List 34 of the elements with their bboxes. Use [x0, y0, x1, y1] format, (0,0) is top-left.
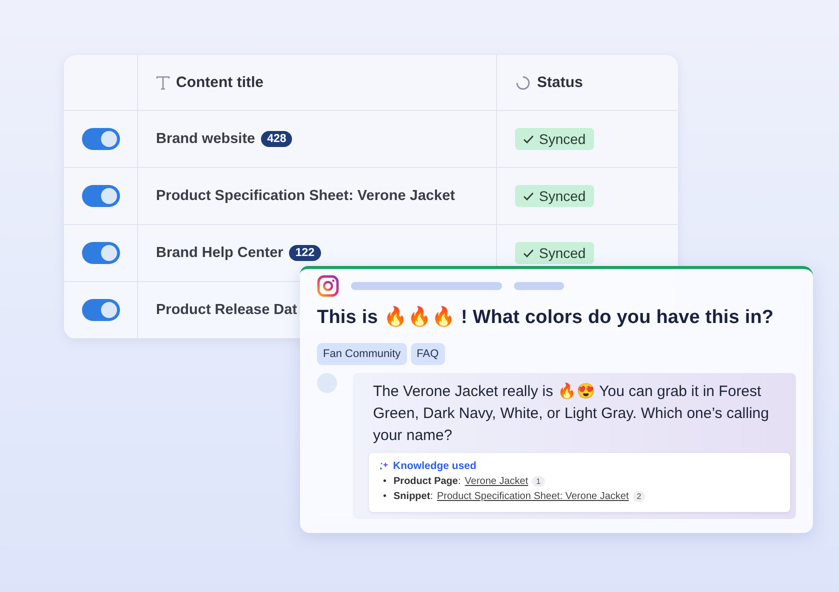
knowledge-title: Knowledge used	[393, 460, 476, 472]
source-link[interactable]: Product Specification Sheet: Verone Jacket	[436, 491, 629, 502]
status-badge: Synced	[515, 128, 594, 150]
reply-text: The Verone Jacket really is 🔥😍 You can grab it in Forest Green, Dark Navy, White, or Light Gray. Which one’s calling your name?	[373, 382, 770, 446]
status-badge: Synced	[515, 242, 594, 264]
citation-badge: 2	[632, 491, 646, 502]
customer-question: This is 🔥🔥🔥 ! What colors do you have this in?	[317, 305, 775, 329]
toggle-switch[interactable]	[82, 128, 120, 150]
bullet: •	[383, 491, 387, 502]
bullet: •	[383, 476, 387, 487]
avatar	[317, 373, 337, 393]
count-badge: 428	[261, 131, 292, 147]
spinner-icon	[515, 74, 531, 90]
sparkle-icon	[379, 461, 389, 471]
content-title: Brand website	[156, 131, 256, 147]
tag-chip: FAQ	[410, 343, 445, 365]
toggle-switch[interactable]	[82, 299, 120, 321]
toggle-switch[interactable]	[82, 185, 120, 207]
instagram-icon	[317, 275, 339, 297]
text-icon	[156, 76, 170, 90]
column-header: Content title	[176, 74, 264, 91]
content-title: Product Release Dat	[156, 302, 298, 318]
citation-badge: 1	[532, 476, 545, 487]
status-badge: Synced	[515, 185, 594, 207]
content-title: Product Specification Sheet: Verone Jacket	[156, 188, 455, 204]
placeholder-bar	[514, 282, 564, 290]
source-label: Snippet:	[394, 491, 433, 502]
column-header: Status	[537, 74, 583, 91]
toggle-switch[interactable]	[82, 242, 120, 264]
source-label: Product Page:	[394, 476, 461, 487]
tag-chip: Fan Community	[317, 343, 407, 365]
count-badge: 122	[289, 245, 320, 261]
source-link[interactable]: Verone Jacket	[464, 476, 528, 487]
content-title: Brand Help Center	[156, 245, 284, 261]
